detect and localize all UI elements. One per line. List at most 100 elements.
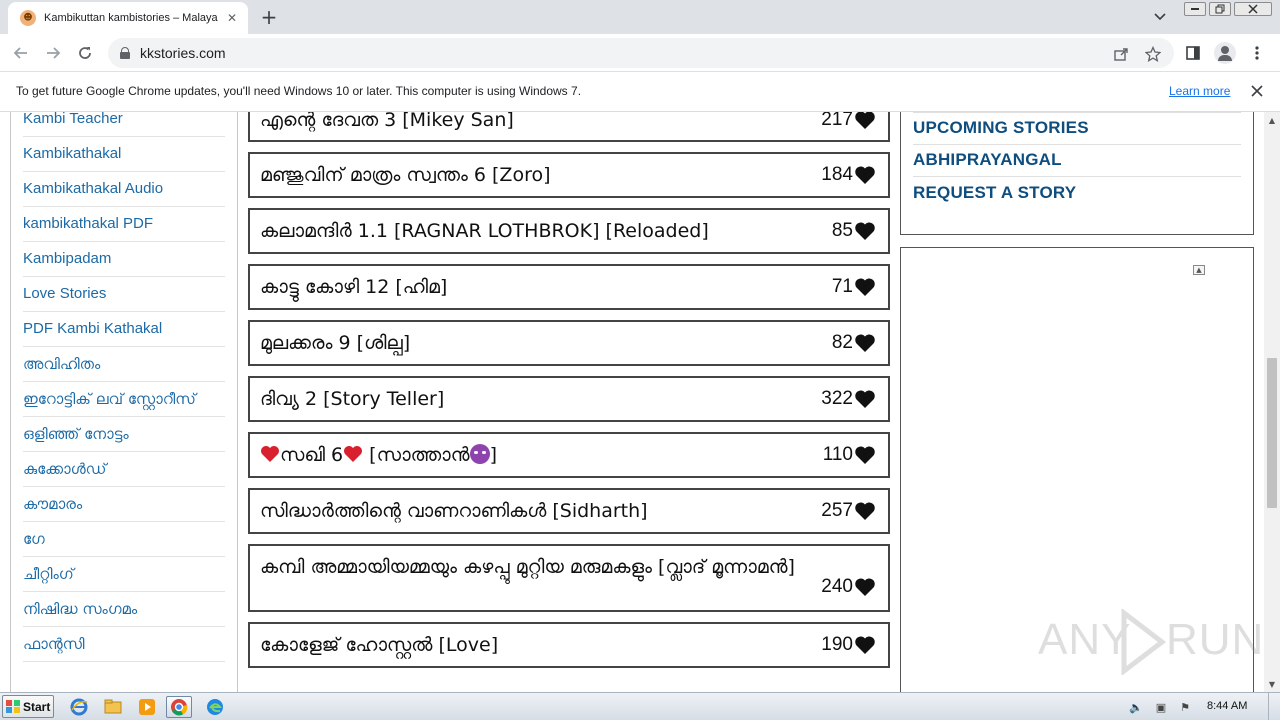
- heart-icon[interactable]: [854, 333, 876, 353]
- action-center-flag-icon[interactable]: ⚑: [1177, 699, 1193, 715]
- edge-icon[interactable]: [202, 696, 228, 718]
- story-row[interactable]: മഞ്ജുവിന് മാത്രം സ്വന്തം 6 [Zoro] 184: [248, 152, 890, 198]
- learn-more-link[interactable]: Learn more: [1169, 84, 1230, 98]
- category-link[interactable]: നിഷിദ്ധ സംഗമം: [23, 592, 225, 627]
- category-link[interactable]: Kambikathakal: [23, 137, 225, 172]
- story-row[interactable]: കലാമന്ദിർ 1.1 [RAGNAR LOTHBROK] [Reloade…: [248, 208, 890, 254]
- tab-close-icon[interactable]: ✕: [224, 10, 240, 26]
- category-link[interactable]: Love Stories: [23, 277, 225, 312]
- address-bar[interactable]: kkstories.com: [108, 38, 1174, 68]
- share-icon[interactable]: [1112, 45, 1130, 63]
- heart-icon[interactable]: [854, 445, 876, 465]
- like-count: 217: [821, 112, 876, 131]
- story-row[interactable]: കമ്പി അമ്മായിയമ്മയും കഴപ്പു മുറ്റിയ മരുമ…: [248, 544, 890, 612]
- like-count-value: 257: [821, 500, 853, 521]
- volume-icon[interactable]: 🔈: [1128, 699, 1144, 715]
- new-tab-button[interactable]: +: [258, 6, 280, 28]
- menu-kebab-icon[interactable]: [1246, 42, 1268, 64]
- browser-tab[interactable]: ☻ Kambikuttan kambistories – Malayalam ✕: [8, 2, 248, 34]
- side-panel-icon[interactable]: [1182, 42, 1204, 64]
- close-window-button[interactable]: [1234, 2, 1272, 16]
- heart-icon[interactable]: [854, 577, 876, 597]
- reload-button[interactable]: [74, 42, 96, 64]
- category-link[interactable]: Kambipadam: [23, 242, 225, 277]
- red-heart-emoji-icon: [261, 446, 279, 462]
- show-desktop-button[interactable]: [1268, 693, 1280, 720]
- story-row[interactable]: ദിവ്യ 2 [Story Teller] 322: [248, 376, 890, 422]
- request-story-link[interactable]: REQUEST A STORY: [913, 183, 1241, 203]
- story-title[interactable]: എന്റെ ദേവത 3 [Mikey San]: [260, 112, 821, 131]
- story-row[interactable]: കാട്ടു കോഴി 12 [ഹിമ] 71: [248, 264, 890, 310]
- ie-icon[interactable]: [66, 696, 92, 718]
- story-title[interactable]: ദിവ്യ 2 [Story Teller]: [260, 388, 821, 410]
- network-icon[interactable]: ▣: [1153, 699, 1169, 715]
- heart-icon[interactable]: [854, 635, 876, 655]
- story-title[interactable]: സഖി 6 [സാത്താൻ]: [260, 444, 823, 466]
- story-title[interactable]: മഞ്ജുവിന് മാത്രം സ്വന്തം 6 [Zoro]: [260, 164, 821, 186]
- category-link[interactable]: Kambikathakal Audio: [23, 172, 225, 207]
- ad-choices-icon[interactable]: ▲: [1193, 265, 1205, 275]
- chrome-taskbar-icon[interactable]: [166, 696, 192, 718]
- story-title[interactable]: സിദ്ധാർത്തിന്റെ വാണറാണികൾ [Sidharth]: [260, 500, 821, 522]
- media-player-icon[interactable]: [134, 696, 160, 718]
- category-link[interactable]: കൗമാരം: [23, 487, 225, 522]
- bookmark-star-icon[interactable]: [1144, 45, 1162, 63]
- story-row[interactable]: സിദ്ധാർത്തിന്റെ വാണറാണികൾ [Sidharth] 257: [248, 488, 890, 534]
- profile-avatar-icon[interactable]: [1214, 42, 1236, 64]
- browser-toolbar: kkstories.com: [0, 34, 1280, 72]
- story-title[interactable]: കമ്പി അമ്മായിയമ്മയും കഴപ്പു മുറ്റിയ മരുമ…: [260, 546, 821, 578]
- windows-logo-icon: [6, 699, 20, 714]
- like-count: 240: [821, 576, 876, 598]
- explorer-folder-icon[interactable]: [100, 696, 126, 718]
- story-title[interactable]: കലാമന്ദിർ 1.1 [RAGNAR LOTHBROK] [Reloade…: [260, 220, 832, 242]
- heart-icon[interactable]: [854, 165, 876, 185]
- heart-icon[interactable]: [854, 112, 876, 130]
- abhiprayangal-link[interactable]: ABHIPRAYANGAL: [913, 150, 1241, 170]
- minimize-window-button[interactable]: [1184, 2, 1206, 16]
- like-count-value: 71: [831, 276, 853, 297]
- category-link[interactable]: ഫാന്റസി: [23, 627, 225, 662]
- category-sidebar: Kambi Teacher Kambikathakal Kambikathakal …: [10, 112, 238, 692]
- heart-icon[interactable]: [854, 277, 876, 297]
- windows-taskbar: Start 🔈 ▣ ⚑ 8:44 AM: [0, 692, 1280, 720]
- category-link[interactable]: ഇറോട്ടിക് ലവ് സ്റ്റോറീസ്: [23, 382, 225, 417]
- scroll-thumb[interactable]: [1267, 358, 1277, 508]
- story-row[interactable]: എന്റെ ദേവത 3 [Mikey San] 217: [248, 112, 890, 142]
- like-count: 190: [821, 634, 876, 656]
- heart-icon[interactable]: [854, 501, 876, 521]
- start-button[interactable]: Start: [2, 695, 54, 718]
- story-title[interactable]: കോളേജ് ഹോസ്റ്റൽ [Love]: [260, 634, 821, 656]
- category-link[interactable]: kambikathakal PDF: [23, 207, 225, 242]
- category-link[interactable]: ഒളിഞ്ഞ് നോട്ടം: [23, 417, 225, 452]
- story-row[interactable]: സഖി 6 [സാത്താൻ] 110: [248, 432, 890, 478]
- story-title[interactable]: കാട്ടു കോഴി 12 [ഹിമ]: [260, 276, 832, 298]
- tab-search-chevron-icon[interactable]: [1150, 7, 1170, 27]
- heart-icon[interactable]: [854, 221, 876, 241]
- category-link[interactable]: ഗേ: [23, 522, 225, 557]
- category-link[interactable]: Kambi Teacher: [23, 112, 225, 137]
- upcoming-stories-link[interactable]: UPCOMING STORIES: [913, 118, 1241, 138]
- like-count-value: 217: [821, 112, 853, 130]
- restore-window-button[interactable]: [1209, 2, 1231, 16]
- story-title[interactable]: മുലക്കരം 9 [ശില്പ]: [260, 332, 832, 354]
- site-favicon-icon: ☻: [20, 10, 36, 26]
- heart-icon[interactable]: [854, 389, 876, 409]
- back-button[interactable]: [10, 42, 32, 64]
- infobar-close-icon[interactable]: [1248, 82, 1266, 100]
- forward-button[interactable]: [42, 42, 64, 64]
- scroll-up-icon[interactable]: ▲: [1264, 112, 1280, 128]
- like-count: 85: [832, 220, 876, 242]
- lock-icon[interactable]: [120, 47, 130, 59]
- taskbar-clock[interactable]: 8:44 AM: [1207, 700, 1247, 712]
- category-link[interactable]: ചീറ്റിംഗ്: [23, 557, 225, 592]
- tab-title: Kambikuttan kambistories – Malayalam: [44, 12, 218, 24]
- scroll-down-icon[interactable]: ▼: [1264, 676, 1280, 692]
- story-row[interactable]: കോളേജ് ഹോസ്റ്റൽ [Love] 190: [248, 622, 890, 668]
- page-scrollbar[interactable]: ▲ ▼: [1264, 112, 1280, 692]
- category-link[interactable]: കുക്കോൾഡ്: [23, 452, 225, 487]
- category-link[interactable]: PDF Kambi Kathakal: [23, 312, 225, 347]
- category-link[interactable]: അവിഹിതം: [23, 347, 225, 382]
- url-text: kkstories.com: [140, 45, 226, 61]
- story-row[interactable]: മുലക്കരം 9 [ശില്പ] 82: [248, 320, 890, 366]
- category-list: Kambi Teacher Kambikathakal Kambikathakal …: [23, 112, 225, 662]
